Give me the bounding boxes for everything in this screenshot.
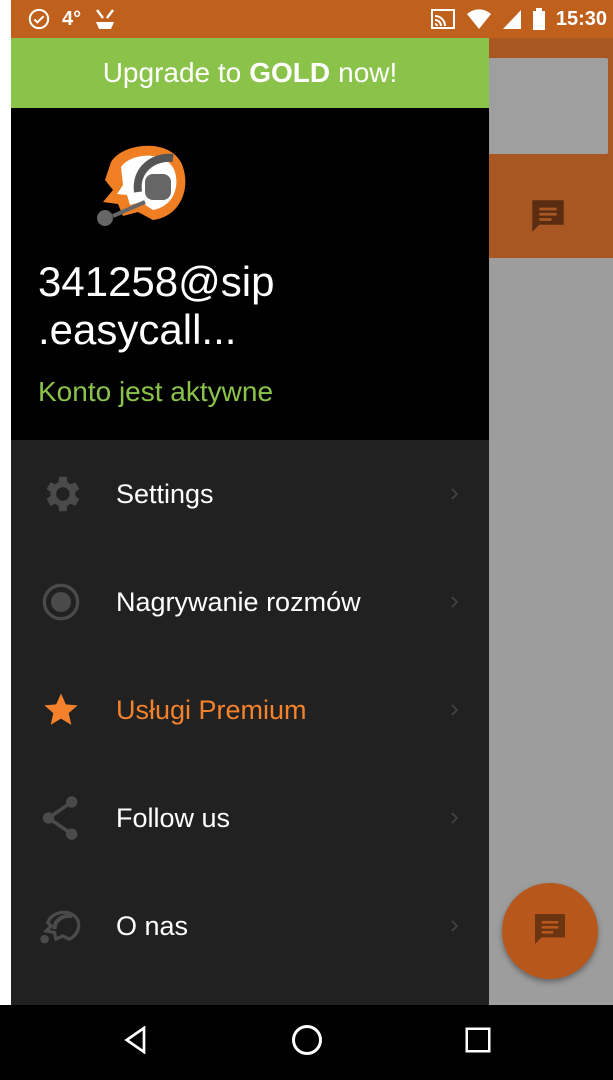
status-bar: 4° 15:30 — [0, 0, 613, 38]
upgrade-banner[interactable]: Upgrade to GOLD now! — [11, 38, 489, 108]
account-status: Konto jest aktywne — [38, 376, 274, 407]
wifi-icon — [466, 8, 492, 30]
screen-edge — [0, 0, 11, 1005]
system-navigation-bar — [0, 1005, 613, 1080]
record-icon — [37, 578, 85, 626]
app-logo — [83, 132, 205, 228]
gear-icon — [37, 470, 85, 518]
chevron-right-icon — [449, 700, 461, 720]
temperature-text: 4° — [62, 7, 82, 30]
upgrade-suffix: now! — [338, 57, 398, 88]
menu-item-about[interactable]: O nas — [11, 872, 489, 980]
chevron-right-icon — [449, 808, 461, 828]
check-circle-icon — [28, 8, 50, 30]
menu-item-premium[interactable]: Usługi Premium — [11, 656, 489, 764]
menu-item-label: Nagrywanie rozmów — [116, 586, 361, 617]
menu-item-label: Settings — [116, 478, 214, 509]
back-icon — [120, 1024, 152, 1061]
headset-icon — [37, 902, 85, 950]
star-icon — [37, 686, 85, 734]
signal-icon — [502, 8, 522, 30]
chevron-right-icon — [449, 916, 461, 936]
menu-item-label: O nas — [116, 910, 189, 941]
account-header: 341258@sip .easycall... Konto jest aktyw… — [11, 108, 489, 440]
menu-item-label: Usługi Premium — [116, 694, 307, 725]
drawer-menu: Settings Nagrywanie rozmów Usługi Premiu… — [11, 440, 489, 980]
navigation-drawer: Upgrade to GOLD now! 341258@sip .easycal… — [11, 38, 489, 1005]
home-icon — [289, 1022, 325, 1063]
account-name: 341258@sip .easycall... — [38, 258, 275, 353]
cast-icon — [430, 8, 456, 30]
menu-item-label: Follow us — [116, 802, 231, 833]
menu-item-settings[interactable]: Settings — [11, 440, 489, 548]
new-message-fab[interactable] — [502, 883, 598, 979]
home-button[interactable] — [277, 1013, 337, 1073]
notification-icon — [93, 8, 117, 30]
back-button[interactable] — [106, 1013, 166, 1073]
share-icon — [37, 794, 85, 842]
menu-item-follow-us[interactable]: Follow us — [11, 764, 489, 872]
message-icon — [527, 195, 569, 237]
recents-button[interactable] — [448, 1013, 508, 1073]
background-search-field — [488, 58, 608, 154]
chevron-right-icon — [449, 592, 461, 612]
upgrade-prefix: Upgrade to — [102, 57, 242, 88]
battery-icon — [532, 8, 546, 30]
chevron-right-icon — [449, 484, 461, 504]
message-icon — [530, 909, 570, 954]
menu-item-call-recording[interactable]: Nagrywanie rozmów — [11, 548, 489, 656]
upgrade-highlight: GOLD — [249, 57, 331, 88]
recents-icon — [463, 1025, 493, 1060]
clock-text: 15:30 — [555, 7, 607, 30]
